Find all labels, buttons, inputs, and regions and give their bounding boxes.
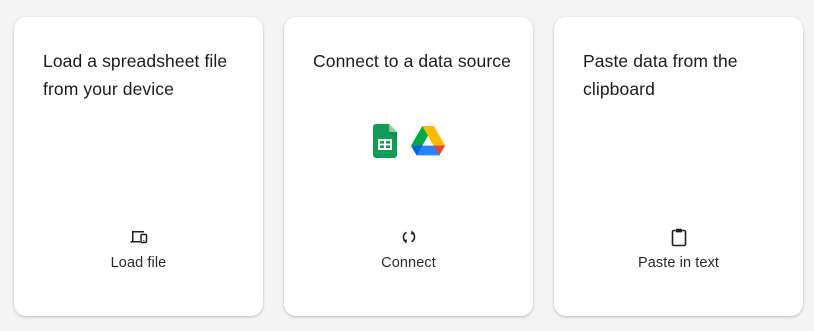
- sync-icon: [399, 227, 419, 247]
- paste-action[interactable]: Paste in text: [554, 227, 803, 271]
- google-sheets-icon: [372, 124, 397, 158]
- data-source-icons: [284, 123, 533, 159]
- clipboard-icon: [669, 227, 689, 247]
- load-file-card[interactable]: Load a spreadsheet file from your device…: [14, 17, 263, 316]
- card-title: Load a spreadsheet file from your device: [43, 51, 228, 99]
- card-title: Paste data from the clipboard: [583, 51, 738, 99]
- google-drive-icon: [410, 126, 445, 156]
- paste-label: Paste in text: [637, 255, 720, 271]
- import-options: Load a spreadsheet file from your device…: [0, 0, 814, 331]
- paste-card[interactable]: Paste data from the clipboard Paste in t…: [554, 17, 803, 316]
- card-title: Connect to a data source: [313, 51, 511, 71]
- devices-icon: [129, 227, 149, 247]
- load-file-action[interactable]: Load file: [14, 227, 263, 271]
- load-file-label: Load file: [110, 255, 167, 271]
- connect-card[interactable]: Connect to a data source Connect: [284, 17, 533, 316]
- connect-action[interactable]: Connect: [284, 227, 533, 271]
- connect-label: Connect: [381, 255, 436, 271]
